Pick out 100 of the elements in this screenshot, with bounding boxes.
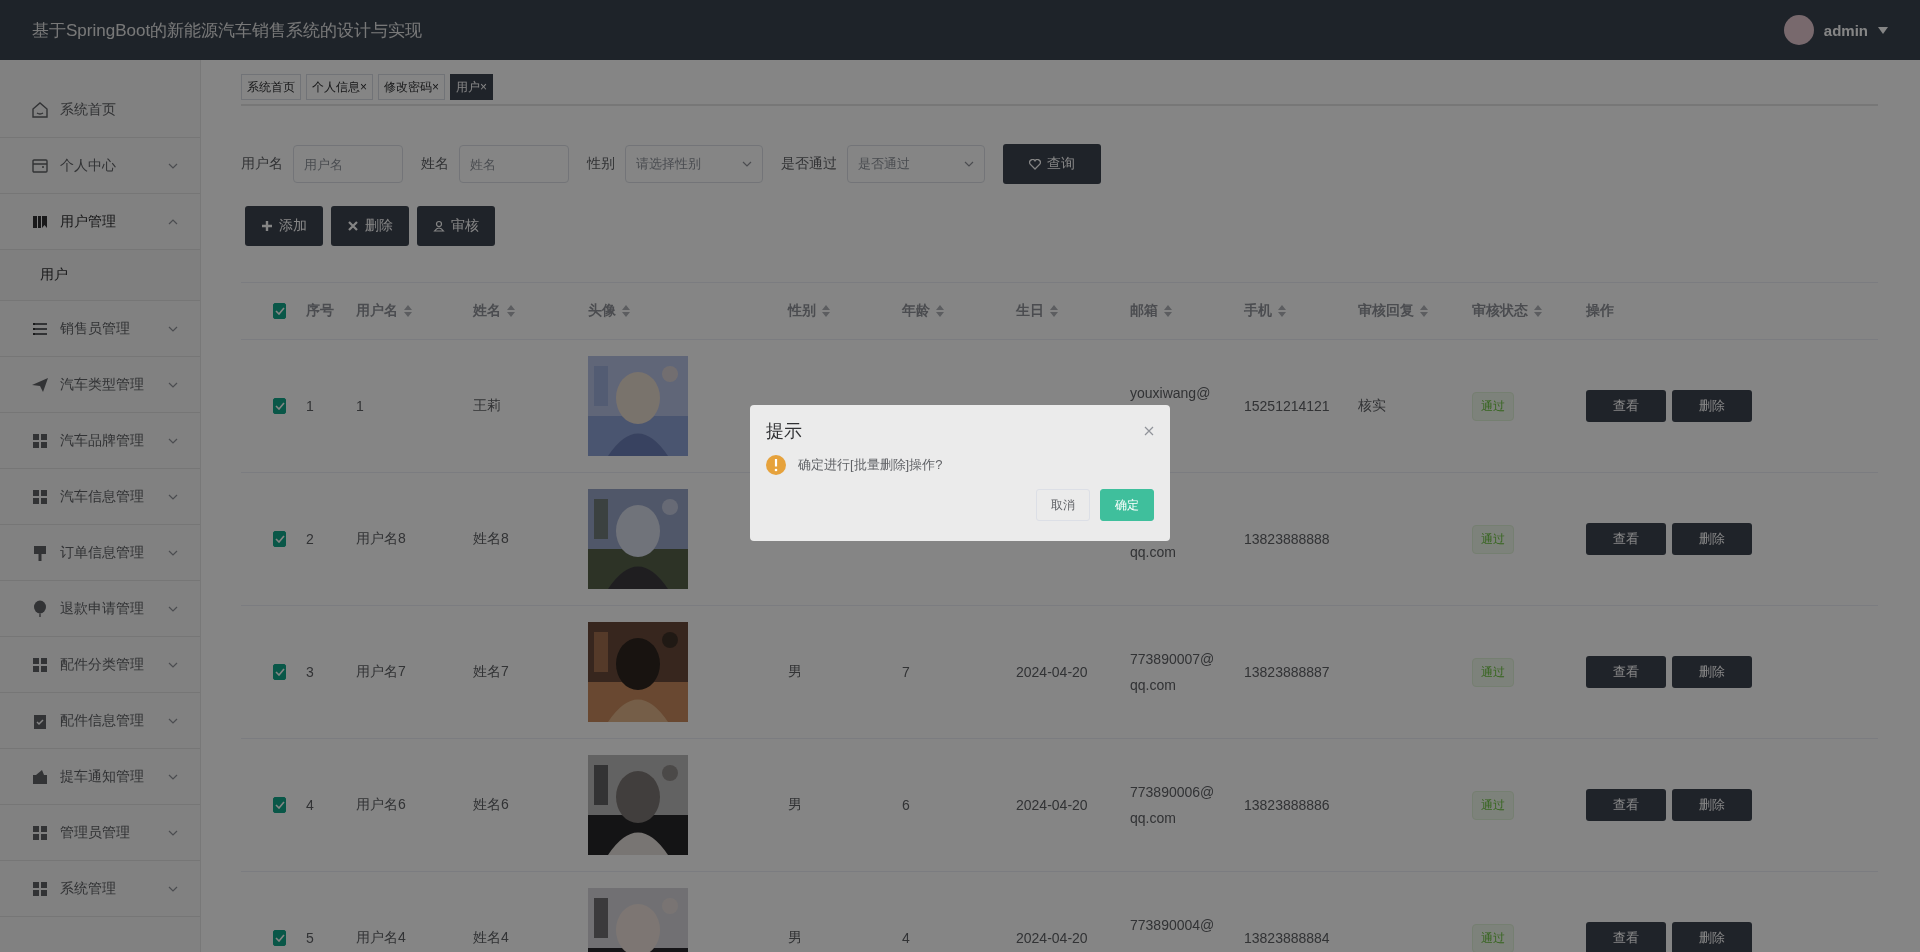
column-header: 生日: [1016, 302, 1044, 320]
tab[interactable]: 个人信息×: [306, 74, 373, 100]
warning-icon: [766, 455, 786, 475]
column-header: 姓名: [473, 302, 501, 320]
status-tag: 通过: [1472, 657, 1514, 687]
tab[interactable]: 用户×: [450, 74, 494, 100]
column-header: 手机: [1244, 302, 1272, 320]
input-field[interactable]: 用户名: [293, 145, 403, 183]
sidebar-item[interactable]: 汽车类型管理: [0, 357, 200, 413]
status-tag: 通过: [1472, 524, 1514, 554]
view-button[interactable]: 查看: [1586, 523, 1666, 555]
table-cell: 用户名7: [356, 663, 406, 681]
sidebar-item[interactable]: 订单信息管理: [0, 525, 200, 581]
sidebar-item[interactable]: 配件信息管理: [0, 693, 200, 749]
table-cell: 5: [306, 930, 314, 946]
table-cell-text: youxiwang@: [1130, 384, 1211, 403]
search-button[interactable]: 查询: [1003, 144, 1101, 184]
sidebar-item[interactable]: 销售员管理: [0, 301, 200, 357]
view-button[interactable]: 查看: [1586, 789, 1666, 821]
view-button[interactable]: 查看: [1586, 922, 1666, 952]
review-button[interactable]: 审核: [417, 206, 495, 246]
caret-down-icon: [1878, 26, 1888, 34]
column-header: 审核回复: [1358, 302, 1414, 320]
table-cell: 13823888884: [1244, 930, 1330, 946]
field-label: 是否通过: [781, 155, 837, 173]
chevron-down-icon: [742, 161, 752, 167]
table-cell: 15251214121: [1244, 398, 1330, 414]
delete-button[interactable]: 删除: [1672, 922, 1752, 952]
sidebar-item[interactable]: 系统管理: [0, 861, 200, 917]
sidebar-item[interactable]: 退款申请管理: [0, 581, 200, 637]
sidebar-item[interactable]: 汽车信息管理: [0, 469, 200, 525]
table-cell: 4: [902, 930, 910, 946]
table-cell: 用户名8: [356, 530, 406, 548]
table-cell: 2024-04-20: [1016, 930, 1088, 946]
view-button[interactable]: 查看: [1586, 390, 1666, 422]
delete-button[interactable]: 删除: [1672, 789, 1752, 821]
table-cell: 姓名6: [473, 796, 509, 814]
column-header: 性别: [788, 302, 816, 320]
table-cell: 姓名4: [473, 929, 509, 947]
app-title: 基于SpringBoot的新能源汽车销售系统的设计与实现: [32, 19, 423, 42]
column-header: 用户名: [356, 302, 398, 320]
sidebar-item[interactable]: 汽车品牌管理: [0, 413, 200, 469]
table-cell-text: qq.com: [1130, 543, 1176, 562]
status-tag: 通过: [1472, 391, 1514, 421]
sidebar-item[interactable]: 配件分类管理: [0, 637, 200, 693]
add-button[interactable]: 添加: [245, 206, 323, 246]
column-header: 操作: [1586, 302, 1614, 320]
column-header: 头像: [588, 302, 616, 320]
dialog-title: 提示: [766, 420, 802, 443]
table-cell: 用户名4: [356, 929, 406, 947]
sidebar-item[interactable]: 系统首页: [0, 82, 200, 138]
delete-button[interactable]: 删除: [1672, 390, 1752, 422]
close-icon: [347, 220, 359, 232]
plus-icon: [261, 220, 273, 232]
table-cell: 2: [306, 531, 314, 547]
delete-button[interactable]: 删除: [1672, 523, 1752, 555]
table-cell: 姓名8: [473, 530, 509, 548]
table-cell: 13823888887: [1244, 664, 1330, 680]
table-cell: 1: [356, 398, 364, 414]
view-button[interactable]: 查看: [1586, 656, 1666, 688]
table-cell-text: 773890004@: [1130, 916, 1215, 935]
heart-icon: [1029, 158, 1041, 170]
delete-button[interactable]: 删除: [331, 206, 409, 246]
status-tag: 通过: [1472, 790, 1514, 820]
column-header: 审核状态: [1472, 302, 1528, 320]
table-cell: 核实: [1358, 397, 1386, 415]
field-label: 用户名: [241, 155, 283, 173]
table-cell: 男: [788, 796, 802, 814]
avatar-icon: [1783, 15, 1814, 45]
table-cell: 7: [902, 664, 910, 680]
user-icon: [433, 220, 445, 232]
table-cell-text: 773890006@qq.com: [1130, 783, 1215, 828]
sidebar-item[interactable]: 提车通知管理: [0, 749, 200, 805]
table-cell: 男: [788, 929, 802, 947]
column-header: 年龄: [902, 302, 930, 320]
table-cell: 6: [902, 797, 910, 813]
sidebar-item[interactable]: 个人中心: [0, 138, 200, 194]
column-header: 邮箱: [1130, 302, 1158, 320]
table-cell: 2024-04-20: [1016, 664, 1088, 680]
tab[interactable]: 修改密码×: [378, 74, 446, 100]
field-label: 姓名: [421, 155, 449, 173]
dialog-message: 确定进行[批量删除]操作?: [798, 456, 943, 474]
sidebar-item[interactable]: 管理员管理: [0, 805, 200, 861]
tab[interactable]: 系统首页: [241, 74, 301, 100]
cancel-button[interactable]: 取消: [1036, 489, 1090, 521]
table-cell-text: 773890007@qq.com: [1130, 650, 1215, 695]
confirm-button[interactable]: 确定: [1100, 489, 1154, 521]
table-cell: 1: [306, 398, 314, 414]
table-cell: 2024-04-20: [1016, 797, 1088, 813]
table-cell: 用户名6: [356, 796, 406, 814]
user-menu[interactable]: admin: [1783, 15, 1888, 45]
table-cell: 3: [306, 664, 314, 680]
home-icon: [30, 99, 50, 120]
table-cell: 13823888886: [1244, 797, 1330, 813]
column-header: 序号: [306, 302, 334, 320]
table-cell: 13823888888: [1244, 531, 1330, 547]
status-tag: 通过: [1472, 923, 1514, 952]
table-cell: 姓名7: [473, 663, 509, 681]
close-icon[interactable]: [1144, 426, 1154, 436]
delete-button[interactable]: 删除: [1672, 656, 1752, 688]
